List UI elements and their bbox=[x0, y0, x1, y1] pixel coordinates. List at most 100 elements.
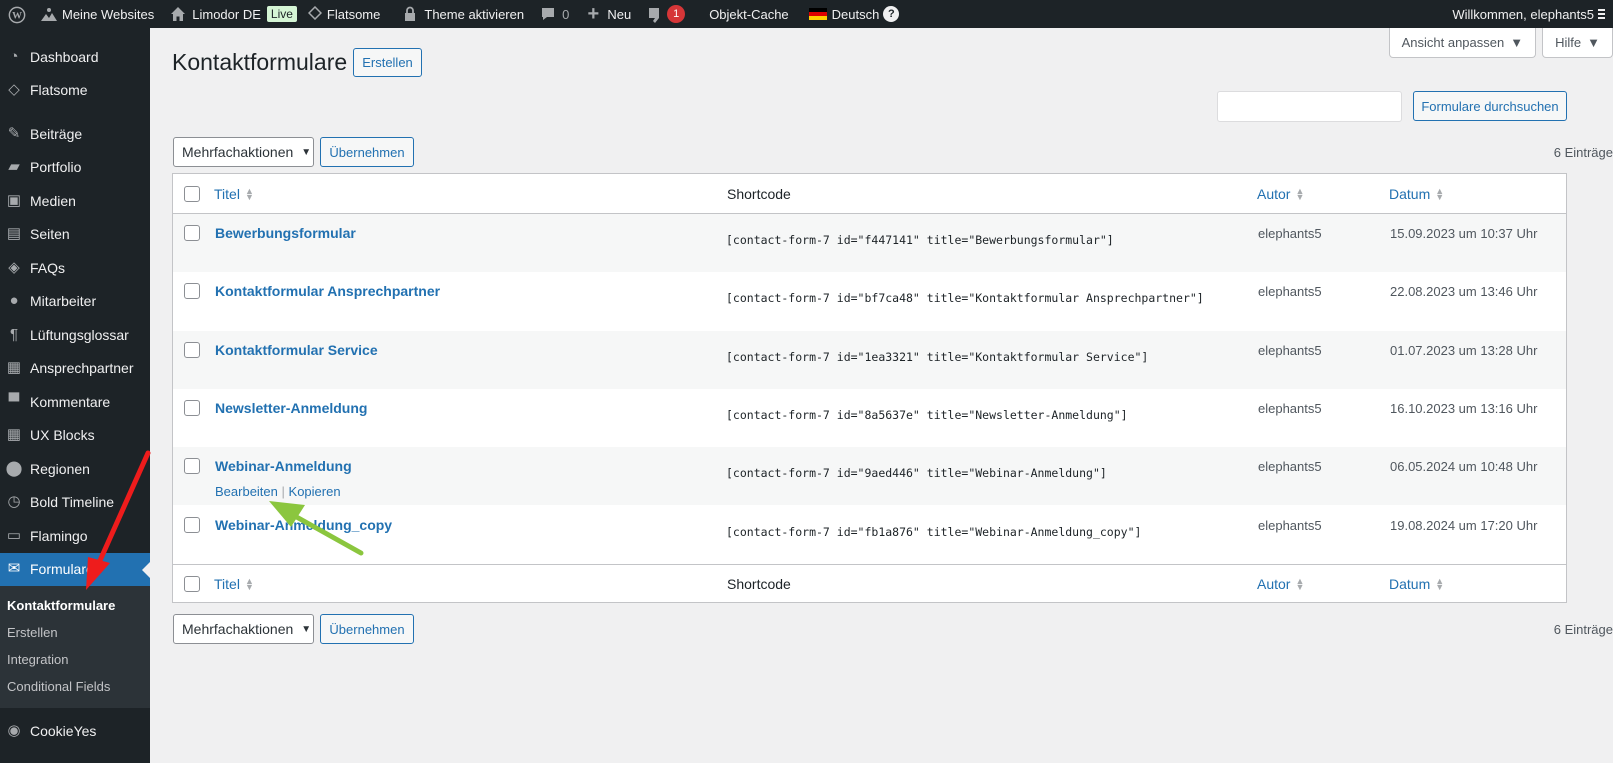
sort-icon: ▲ ▼ bbox=[244, 185, 254, 202]
grid-icon: ▦ bbox=[6, 426, 22, 444]
help-circle-icon[interactable]: ? bbox=[883, 6, 900, 22]
search-input[interactable] bbox=[1217, 91, 1402, 122]
author-link[interactable]: elephants5 bbox=[1258, 459, 1322, 474]
form-title-link[interactable]: Bewerbungsformular bbox=[215, 225, 356, 241]
shortcode-text: [contact-form-7 id="fb1a876" title="Webi… bbox=[726, 524, 1142, 539]
menu-comments[interactable]: ▀ Kommentare bbox=[0, 385, 150, 419]
clock-icon: ◷ bbox=[7, 493, 21, 511]
menu-pages[interactable]: ▤ Seiten bbox=[0, 218, 150, 252]
bulk-actions-select-bottom[interactable]: Mehrfachaktionen ▼ bbox=[173, 614, 314, 644]
author-link[interactable]: elephants5 bbox=[1258, 401, 1322, 416]
wordpress-logo-button[interactable]: W bbox=[0, 0, 32, 28]
copy-link[interactable]: Kopieren bbox=[289, 484, 341, 499]
column-author-header[interactable]: Autor ▲ ▼ bbox=[1257, 174, 1304, 213]
pages-icon: ▤ bbox=[6, 225, 22, 243]
my-account-menu[interactable]: Willkommen, elephants5 bbox=[1444, 0, 1613, 28]
menu-dashboard[interactable]: ◔ Dashboard bbox=[0, 40, 150, 74]
form-title-link[interactable]: Webinar-Anmeldung bbox=[215, 458, 352, 474]
author-link[interactable]: elephants5 bbox=[1258, 226, 1322, 241]
flatsome-icon: ◇ bbox=[8, 81, 20, 99]
menu-label: Portfolio bbox=[30, 159, 82, 176]
cards-icon: ▦ bbox=[6, 359, 22, 377]
menu-portfolio[interactable]: ▰ Portfolio bbox=[0, 151, 150, 185]
main-content: Ansicht anpassen ▼ Hilfe ▼ Kontaktformular… bbox=[150, 28, 1613, 763]
site-name-menu[interactable]: Limodor DE Live bbox=[162, 0, 305, 28]
select-all-checkbox[interactable] bbox=[184, 186, 200, 202]
apply-button-top[interactable]: Übernehmen bbox=[320, 137, 414, 167]
menu-employees[interactable]: ● Mitarbeiter bbox=[0, 285, 150, 319]
new-label: Neu bbox=[607, 6, 632, 22]
help-button[interactable]: Hilfe ▼ bbox=[1542, 28, 1613, 58]
submenu-add-new[interactable]: Erstellen bbox=[0, 619, 150, 646]
menu-bold-timeline[interactable]: ◷ Bold Timeline bbox=[0, 486, 150, 520]
language-switcher[interactable]: Deutsch ? bbox=[797, 0, 908, 28]
row-actions-separator: | bbox=[281, 484, 285, 500]
yoast-menu[interactable]: 1 bbox=[639, 0, 693, 28]
row-checkbox[interactable] bbox=[184, 225, 200, 241]
row-checkbox[interactable] bbox=[184, 283, 200, 300]
author-link[interactable]: elephants5 bbox=[1258, 343, 1322, 358]
menu-media[interactable]: ▣ Medien bbox=[0, 184, 150, 218]
menu-contacts[interactable]: ▦ Ansprechpartner bbox=[0, 352, 150, 386]
select-all-checkbox-footer[interactable] bbox=[184, 576, 200, 592]
form-title-link[interactable]: Newsletter-Anmeldung bbox=[215, 400, 367, 416]
form-title-link[interactable]: Kontaktformular Service bbox=[215, 342, 378, 358]
date-text: 19.08.2024 um 17:20 Uhr bbox=[1390, 517, 1538, 533]
column-author-footer[interactable]: Autor ▲ ▼ bbox=[1257, 565, 1304, 603]
add-new-button[interactable]: Erstellen bbox=[353, 48, 422, 77]
menu-faqs[interactable]: ◈ FAQs bbox=[0, 251, 150, 285]
form-title-link[interactable]: Webinar-Anmeldung_copy bbox=[215, 517, 392, 533]
menu-ux-blocks[interactable]: ▦ UX Blocks bbox=[0, 419, 150, 453]
menu-cookieyes[interactable]: ◉ CookieYes bbox=[0, 714, 150, 748]
table-row: Webinar-Anmeldung_copy [contact-form-7 i… bbox=[173, 506, 1566, 564]
form-title-link[interactable]: Kontaktformular Ansprechpartner bbox=[215, 283, 440, 299]
bulk-actions-value: Mehrfachaktionen bbox=[182, 144, 294, 160]
screen-options-button[interactable]: Ansicht anpassen ▼ bbox=[1388, 28, 1537, 58]
menu-posts[interactable]: ✎ Beiträge bbox=[0, 117, 150, 151]
submenu-contact-forms[interactable]: Kontaktformulare bbox=[0, 592, 150, 619]
live-badge: Live bbox=[266, 6, 297, 22]
object-cache-menu[interactable]: Objekt-Cache bbox=[693, 0, 796, 28]
date-text: 15.09.2023 um 10:37 Uhr bbox=[1390, 226, 1538, 241]
column-date-footer[interactable]: Datum ▲ ▼ bbox=[1389, 565, 1444, 603]
column-title-label: Titel bbox=[214, 185, 240, 202]
menu-flamingo[interactable]: ▭ Flamingo bbox=[0, 519, 150, 553]
activate-theme-label: Theme aktivieren bbox=[424, 6, 525, 22]
submenu-conditional-fields[interactable]: Conditional Fields bbox=[0, 673, 150, 700]
plus-icon: + bbox=[587, 3, 600, 25]
column-date-header[interactable]: Datum ▲ ▼ bbox=[1389, 174, 1444, 213]
row-checkbox[interactable] bbox=[184, 399, 200, 416]
bulk-actions-value: Mehrfachaktionen bbox=[182, 621, 294, 637]
forms-submenu: Kontaktformulare Erstellen Integration C… bbox=[0, 586, 150, 708]
author-link[interactable]: elephants5 bbox=[1258, 518, 1322, 533]
date-text: 16.10.2023 um 13:16 Uhr bbox=[1390, 400, 1538, 416]
my-sites-menu[interactable]: Meine Websites bbox=[32, 0, 162, 28]
items-count-bottom: 6 Einträge bbox=[1553, 622, 1613, 637]
activate-theme-link[interactable]: Theme aktivieren bbox=[388, 0, 532, 28]
forms-table: Titel ▲ ▼ Shortcode Autor ▲ ▼ Datum ▲ ▼ Bewerb… bbox=[172, 173, 1567, 603]
new-content-menu[interactable]: + Neu bbox=[577, 0, 639, 28]
search-forms-button[interactable]: Formulare durchsuchen bbox=[1413, 91, 1567, 121]
edit-link[interactable]: Bearbeiten bbox=[215, 484, 278, 499]
menu-label: Flamingo bbox=[30, 527, 88, 544]
row-checkbox[interactable] bbox=[184, 341, 200, 358]
flatsome-menu[interactable]: Flatsome bbox=[305, 0, 388, 28]
column-title-header[interactable]: Titel ▲ ▼ bbox=[214, 174, 254, 213]
sort-icon: ▲ ▼ bbox=[1295, 576, 1305, 592]
submenu-integration[interactable]: Integration bbox=[0, 646, 150, 673]
column-title-footer[interactable]: Titel ▲ ▼ bbox=[214, 565, 254, 603]
menu-regions[interactable]: ⬤ Regionen bbox=[0, 452, 150, 486]
comment-icon: ▀ bbox=[8, 392, 20, 410]
row-checkbox[interactable] bbox=[184, 516, 200, 533]
menu-glossary[interactable]: ¶ Lüftungsglossar bbox=[0, 318, 150, 352]
menu-forms[interactable]: ✉ Formulare bbox=[0, 552, 150, 586]
tag-icon: ◈ bbox=[8, 258, 20, 276]
table-row: Bewerbungsformular [contact-form-7 id="f… bbox=[173, 214, 1566, 273]
bulk-actions-select-top[interactable]: Mehrfachaktionen ▼ bbox=[173, 137, 314, 167]
menu-label: Regionen bbox=[30, 460, 90, 477]
author-link[interactable]: elephants5 bbox=[1258, 284, 1322, 299]
comments-link[interactable]: 0 bbox=[532, 0, 577, 28]
menu-flatsome[interactable]: ◇ Flatsome bbox=[0, 74, 150, 108]
apply-button-bottom[interactable]: Übernehmen bbox=[320, 614, 414, 644]
row-checkbox[interactable] bbox=[184, 458, 200, 475]
